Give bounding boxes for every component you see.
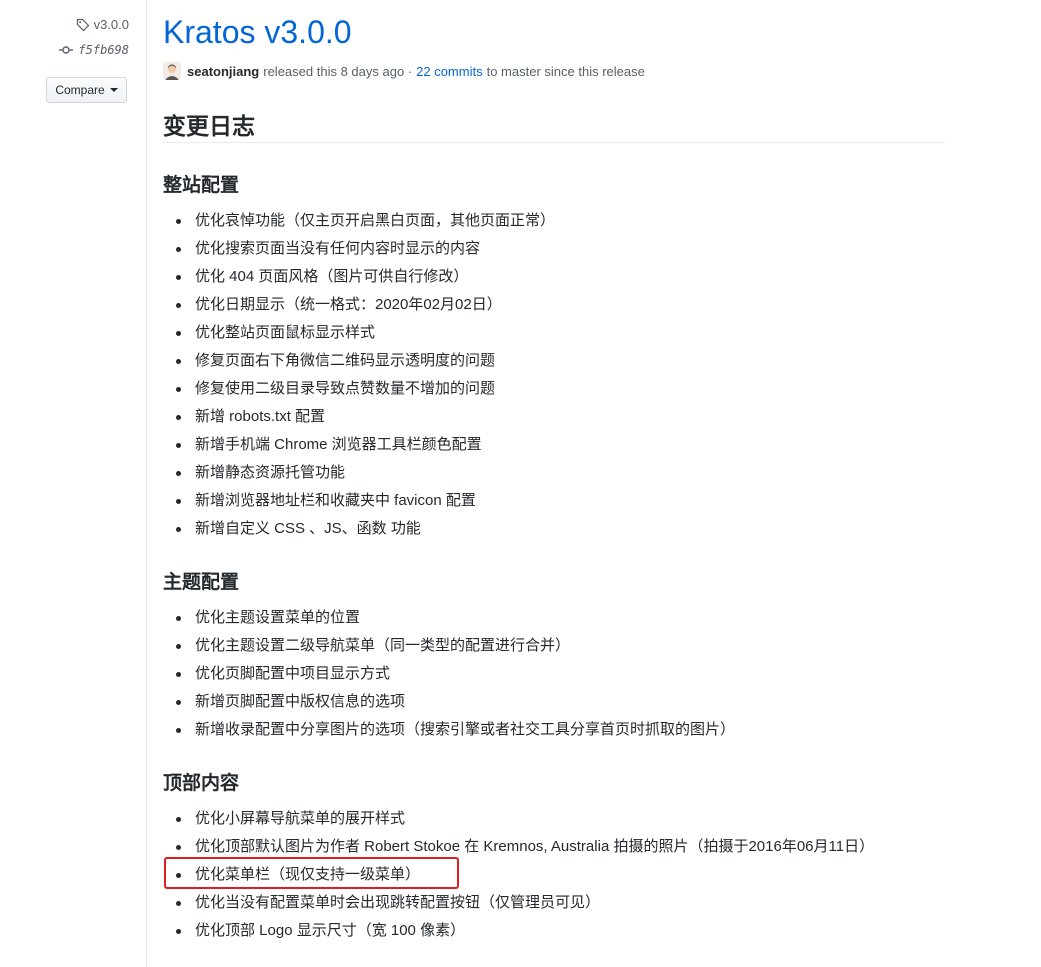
section-list-theme: 优化主题设置菜单的位置 优化主题设置二级导航菜单（同一类型的配置进行合并） 优化…	[163, 604, 735, 744]
list-item: 优化当没有配置菜单时会出现跳转配置按钮（仅管理员可见）	[163, 889, 874, 917]
list-item: 优化顶部 Logo 显示尺寸（宽 100 像素）	[163, 917, 874, 945]
section-list-site: 优化哀悼功能（仅主页开启黑白页面，其他页面正常） 优化搜索页面当没有任何内容时显…	[163, 207, 555, 543]
list-item: 优化主题设置菜单的位置	[163, 604, 735, 632]
release-title[interactable]: Kratos v3.0.0	[163, 14, 352, 51]
tag-icon	[76, 18, 89, 31]
list-item: 新增 robots.txt 配置	[163, 403, 555, 431]
compare-button[interactable]: Compare	[46, 77, 127, 103]
list-item: 优化页脚配置中项目显示方式	[163, 660, 735, 688]
list-item: 新增页脚配置中版权信息的选项	[163, 688, 735, 716]
list-item: 新增收录配置中分享图片的选项（搜索引擎或者社交工具分享首页时抓取的图片）	[163, 716, 735, 744]
list-item: 新增浏览器地址栏和收藏夹中 favicon 配置	[163, 487, 555, 515]
list-item: 优化搜索页面当没有任何内容时显示的内容	[163, 235, 555, 263]
commit-link[interactable]: f5fb698	[59, 43, 129, 57]
commit-hash: f5fb698	[78, 43, 129, 57]
commit-icon	[59, 46, 74, 54]
caret-down-icon	[109, 88, 118, 92]
list-item: 修复页面右下角微信二维码显示透明度的问题	[163, 347, 555, 375]
tag-label: v3.0.0	[93, 17, 129, 32]
section-heading-header: 顶部内容	[163, 773, 240, 794]
list-item: 修复使用二级目录导致点赞数量不增加的问题	[163, 375, 555, 403]
release-meta: seatonjiang released this 8 days ago · 2…	[163, 62, 645, 80]
list-item: 优化主题设置二级导航菜单（同一类型的配置进行合并）	[163, 632, 735, 660]
section-heading-site: 整站配置	[163, 175, 240, 196]
heading-rule	[163, 142, 945, 143]
list-item: 优化 404 页面风格（图片可供自行修改）	[163, 263, 555, 291]
list-item: 优化哀悼功能（仅主页开启黑白页面，其他页面正常）	[163, 207, 555, 235]
tag-link[interactable]: v3.0.0	[76, 17, 129, 32]
changelog-heading: 变更日志	[163, 113, 255, 139]
commits-link[interactable]: 22 commits	[416, 64, 482, 79]
list-item: 优化整站页面鼠标显示样式	[163, 319, 555, 347]
list-item: 优化小屏幕导航菜单的展开样式	[163, 805, 874, 833]
compare-label: Compare	[55, 83, 105, 97]
highlight-box	[164, 857, 459, 889]
section-heading-theme: 主题配置	[163, 572, 240, 593]
list-item: 新增静态资源托管功能	[163, 459, 555, 487]
released-text: released this 8 days ago ·	[263, 63, 413, 79]
since-text: to master since this release	[486, 63, 645, 79]
release-sidebar: v3.0.0 f5fb698 Compare	[0, 0, 146, 967]
author-link[interactable]: seatonjiang	[187, 64, 259, 79]
list-item: 新增自定义 CSS 、JS、函数 功能	[163, 515, 555, 543]
avatar[interactable]	[163, 62, 181, 80]
list-item: 新增手机端 Chrome 浏览器工具栏颜色配置	[163, 431, 555, 459]
sidebar-divider	[146, 0, 147, 967]
list-item: 优化日期显示（统一格式：2020年02月02日）	[163, 291, 555, 319]
